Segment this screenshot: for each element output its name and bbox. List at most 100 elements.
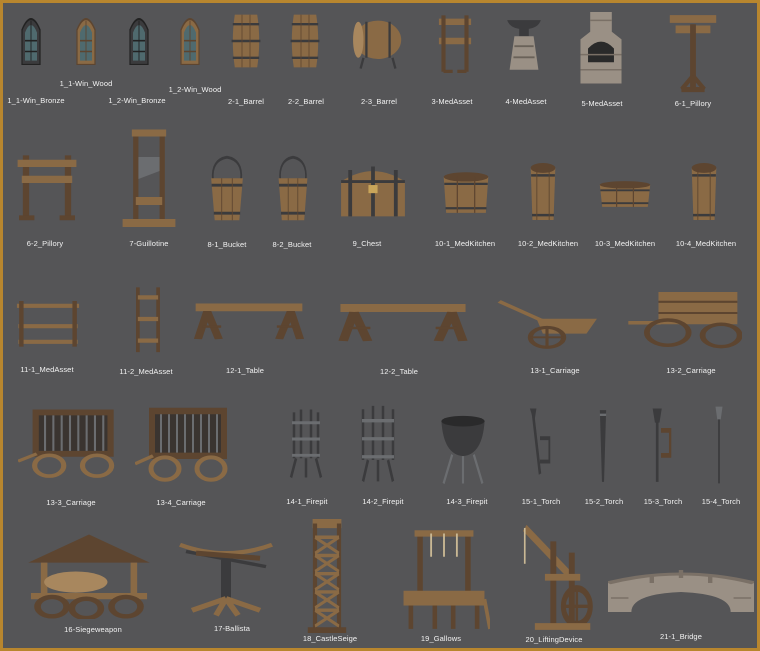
chest-icon (341, 166, 405, 217)
asset-item[interactable] (595, 171, 655, 217)
asset-item[interactable] (495, 289, 599, 351)
asset-label: 4-MedAsset (505, 97, 547, 106)
tub-icon (530, 163, 556, 221)
asset-label: 2-2_Barrel (287, 97, 325, 106)
barrel-icon (231, 14, 261, 68)
gallows-icon (403, 530, 490, 630)
asset-label: 5-MedAsset (581, 99, 623, 108)
torch-icon (599, 410, 607, 482)
asset-item[interactable] (521, 163, 565, 225)
asset-item[interactable] (16, 11, 46, 65)
firepit-icon (289, 409, 323, 479)
asset-item[interactable] (12, 141, 82, 221)
window-icon (180, 18, 200, 65)
asset-label: 2-3_Barrel (360, 97, 398, 106)
asset-label: 12-2_Table (379, 367, 419, 376)
asset-label: 13-2_Carriage (666, 366, 716, 375)
asset-item[interactable] (11, 289, 85, 349)
barrel-icon (353, 20, 402, 69)
asset-label: 3-MedAsset (431, 97, 473, 106)
window-icon (129, 18, 149, 65)
asset-label: 20_LiftingDevice (525, 635, 583, 644)
asset-item[interactable] (708, 405, 730, 485)
asset-label: 17-Ballista (213, 624, 251, 633)
asset-label: 14-3_Firepit (446, 497, 488, 506)
asset-item[interactable] (176, 533, 276, 617)
asset-item[interactable] (335, 293, 471, 343)
asset-item[interactable] (18, 405, 122, 479)
rack-icon (16, 301, 80, 347)
asset-label: 8-1_Bucket (207, 240, 247, 249)
asset-item[interactable] (664, 7, 722, 93)
bucket-icon (278, 155, 308, 221)
asset-item[interactable] (226, 11, 266, 71)
asset-item[interactable] (175, 11, 205, 65)
asset-item[interactable] (273, 153, 313, 223)
asset-label: 12-1_Table (225, 366, 265, 375)
asset-label: 15-4_Torch (701, 497, 741, 506)
tub-icon (443, 172, 489, 213)
cage-cart-icon (135, 407, 228, 482)
asset-label: 14-2_Firepit (362, 497, 404, 506)
asset-item[interactable] (285, 11, 325, 71)
ballista-icon (179, 542, 273, 617)
asset-item[interactable] (435, 163, 497, 221)
tub-icon (599, 181, 651, 207)
asset-item[interactable] (353, 401, 403, 483)
asset-label: 1_1-Win_Bronze (7, 96, 65, 105)
asset-item[interactable] (642, 407, 680, 485)
asset-item[interactable] (682, 163, 726, 225)
asset-item[interactable] (626, 285, 742, 355)
asset-item[interactable] (191, 293, 307, 341)
guillotine-icon (122, 129, 176, 227)
asset-label: 1_2-Win_Wood (168, 85, 222, 94)
asset-label: 6-1_Pillory (674, 99, 712, 108)
asset-item[interactable] (116, 127, 182, 227)
asset-item[interactable] (590, 407, 616, 485)
asset-item[interactable] (125, 283, 171, 355)
asset-item[interactable] (124, 11, 154, 65)
asset-label: 6-2_Pillory (26, 239, 64, 248)
anvil-icon (507, 20, 541, 70)
asset-item[interactable] (398, 525, 490, 631)
asset-label: 10-1_MedKitchen (434, 239, 496, 248)
tub-icon (691, 163, 717, 221)
table-icon (193, 303, 305, 340)
asset-label: 2-1_Barrel (227, 97, 265, 106)
lifting-device-icon (522, 524, 593, 630)
asset-item[interactable] (297, 519, 357, 633)
asset-label: 15-1_Torch (521, 497, 561, 506)
asset-item[interactable] (436, 409, 490, 485)
asset-label: 19_Gallows (420, 634, 462, 643)
forge-icon (580, 12, 622, 84)
table-icon (338, 304, 468, 342)
asset-label: 14-1_Firepit (286, 497, 328, 506)
asset-item[interactable] (23, 531, 155, 619)
asset-item[interactable] (432, 9, 478, 73)
rack-icon (136, 287, 160, 353)
asset-label: 1_1-Win_Wood (59, 79, 113, 88)
asset-item[interactable] (71, 11, 101, 65)
asset-item[interactable] (522, 407, 558, 485)
torch-icon (652, 408, 672, 482)
asset-item[interactable] (513, 519, 597, 631)
asset-label: 9_Chest (352, 239, 382, 248)
asset-item[interactable] (574, 9, 628, 85)
torch-icon (529, 408, 551, 475)
pillory-icon (17, 155, 77, 221)
bucket-icon (211, 155, 243, 221)
asset-item[interactable] (500, 9, 548, 71)
bridge-icon (608, 570, 754, 612)
asset-label: 13-4_Carriage (156, 498, 206, 507)
asset-item[interactable] (349, 11, 407, 71)
cauldron-icon (441, 415, 485, 485)
asset-item[interactable] (608, 563, 754, 613)
asset-item[interactable] (205, 153, 249, 223)
asset-label: 11-2_MedAsset (119, 367, 173, 376)
asset-label: 16-Siegeweapon (64, 625, 122, 634)
asset-label: 18_CastleSeige (302, 634, 358, 643)
asset-item[interactable] (335, 163, 411, 221)
asset-item[interactable] (135, 403, 235, 483)
asset-item[interactable] (281, 405, 331, 479)
firepit-icon (361, 405, 395, 483)
